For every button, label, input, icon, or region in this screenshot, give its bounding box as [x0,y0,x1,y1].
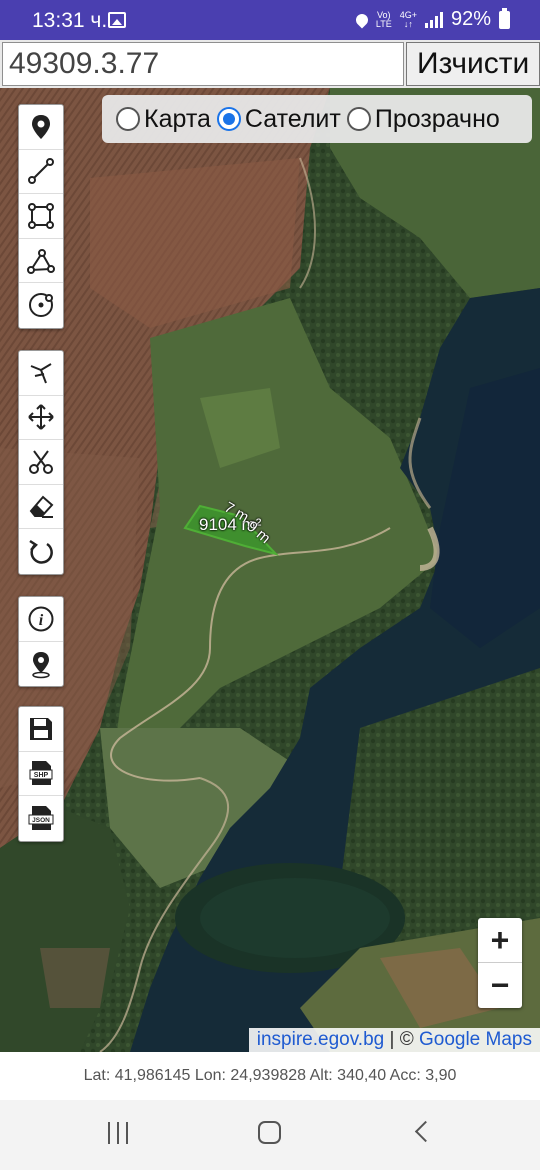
polygon-tool[interactable] [19,239,63,283]
home-button[interactable] [258,1121,281,1144]
map-attribution: inspire.egov.bg | © Google Maps [248,1028,540,1052]
cut-tool[interactable] [19,440,63,485]
map-view[interactable]: 9104 m² 7 m 9 m [0,88,540,1052]
radio-map[interactable] [116,107,140,131]
marker-tool[interactable] [19,105,63,150]
path-icon [27,249,55,275]
shp-export-tool[interactable]: SHP [19,752,63,796]
undo-tool[interactable] [19,529,63,574]
eraser-icon [29,495,54,519]
cut-icon [29,450,53,474]
location-icon [32,651,50,678]
shp-export-icon: SHP [29,761,53,786]
line-icon [28,158,54,185]
marker-icon [32,114,50,139]
search-bar: Изчисти [0,40,540,88]
signal-icon [424,11,443,28]
recents-button[interactable] [108,1122,128,1144]
google-maps-link[interactable]: Google Maps [419,1029,532,1050]
battery-icon [499,7,510,29]
zoom-in-button[interactable]: + [478,918,522,963]
export-tools: SHP JSON [18,706,64,842]
status-bar: 13:31 ч. Vo) LTE 4G+ ↓↑ 92% [0,0,540,40]
circle-icon [29,293,53,318]
layer-switcher: Карта Сателит Прозрачно [102,95,532,143]
edit-tools [18,350,64,575]
move-icon [28,404,54,430]
move-tool[interactable] [19,396,63,440]
save-tool[interactable] [19,707,63,752]
inspire-link[interactable]: inspire.egov.bg [257,1029,384,1050]
svg-text:SHP: SHP [34,772,49,779]
location-status-icon [353,11,371,28]
info-icon: i [28,606,54,632]
layer-option-map[interactable]: Карта [116,105,211,134]
zoom-controls: + − [478,918,522,1008]
navigation-bar [0,1100,540,1170]
clear-button[interactable]: Изчисти [406,42,540,86]
snap-tool[interactable] [19,351,63,396]
json-export-icon: JSON [28,806,54,831]
eraser-tool[interactable] [19,485,63,529]
info-tool[interactable]: i [19,597,63,642]
radio-transparent[interactable] [346,107,371,131]
undo-icon [29,540,53,564]
parcel-search-input[interactable] [2,42,404,86]
gallery-icon [108,12,126,28]
polygon-icon [28,202,54,229]
snap-icon [30,362,52,384]
radio-satellite[interactable] [216,107,241,131]
satellite-imagery [0,88,540,1052]
volte-indicator: Vo) LTE [375,9,392,29]
zoom-out-button[interactable]: − [478,963,522,1008]
layer-option-transparent[interactable]: Прозрачно [346,105,500,134]
save-icon [30,717,52,740]
line-tool[interactable] [19,150,63,194]
network-indicator: 4G+ ↓↑ [399,9,417,29]
info-tools: i [18,596,64,687]
coordinates-readout: Lat: 41,986145 Lon: 24,939828 Alt: 340,4… [0,1052,540,1100]
back-button[interactable] [414,1120,437,1143]
layer-option-satellite[interactable]: Сателит [216,105,341,134]
status-icons: Vo) LTE 4G+ ↓↑ 92% [353,7,510,31]
status-time: 13:31 ч. [32,9,108,32]
location-tool[interactable] [19,642,63,687]
svg-text:JSON: JSON [32,817,50,824]
battery-percent: 92% [450,8,491,30]
draw-tools [18,104,64,329]
circle-tool[interactable] [19,283,63,328]
svg-text:i: i [39,612,44,629]
rectangle-tool[interactable] [19,194,63,239]
json-export-tool[interactable]: JSON [19,796,63,841]
